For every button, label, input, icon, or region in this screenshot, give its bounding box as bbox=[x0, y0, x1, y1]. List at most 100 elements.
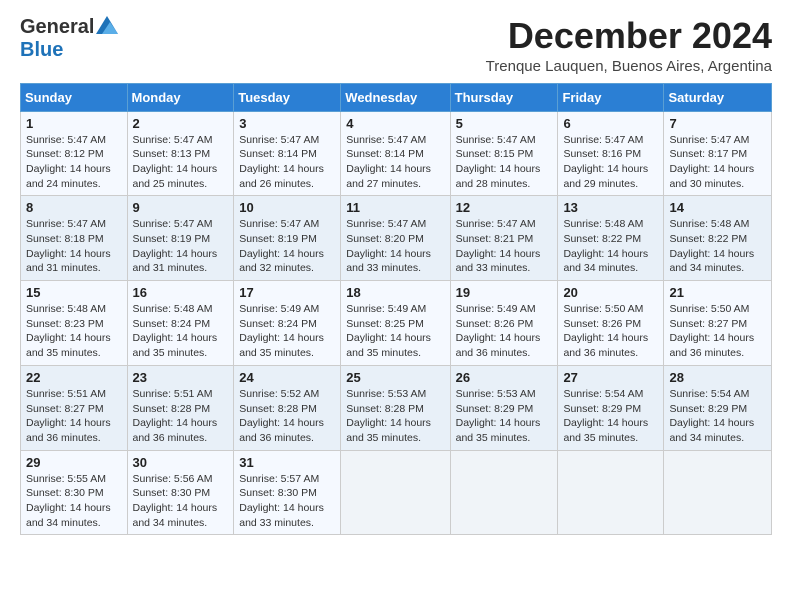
day-number: 4 bbox=[346, 116, 444, 131]
calendar-cell: 23 Sunrise: 5:51 AMSunset: 8:28 PMDaylig… bbox=[127, 365, 234, 450]
day-info: Sunrise: 5:47 AMSunset: 8:12 PMDaylight:… bbox=[26, 134, 111, 190]
calendar-cell bbox=[558, 450, 664, 535]
calendar-table: SundayMondayTuesdayWednesdayThursdayFrid… bbox=[20, 83, 772, 536]
day-info: Sunrise: 5:54 AMSunset: 8:29 PMDaylight:… bbox=[563, 388, 648, 444]
day-info: Sunrise: 5:47 AMSunset: 8:19 PMDaylight:… bbox=[239, 218, 324, 274]
calendar-cell: 18 Sunrise: 5:49 AMSunset: 8:25 PMDaylig… bbox=[341, 281, 450, 366]
day-info: Sunrise: 5:47 AMSunset: 8:20 PMDaylight:… bbox=[346, 218, 431, 274]
day-number: 15 bbox=[26, 285, 122, 300]
day-info: Sunrise: 5:47 AMSunset: 8:17 PMDaylight:… bbox=[669, 134, 754, 190]
day-info: Sunrise: 5:48 AMSunset: 8:22 PMDaylight:… bbox=[669, 218, 754, 274]
day-number: 20 bbox=[563, 285, 658, 300]
day-number: 31 bbox=[239, 455, 335, 470]
calendar-cell: 28 Sunrise: 5:54 AMSunset: 8:29 PMDaylig… bbox=[664, 365, 772, 450]
calendar-header-monday: Monday bbox=[127, 83, 234, 111]
day-info: Sunrise: 5:50 AMSunset: 8:26 PMDaylight:… bbox=[563, 303, 648, 359]
day-number: 19 bbox=[456, 285, 553, 300]
calendar-cell: 15 Sunrise: 5:48 AMSunset: 8:23 PMDaylig… bbox=[21, 281, 128, 366]
logo-text-blue: Blue bbox=[20, 39, 63, 62]
day-number: 6 bbox=[563, 116, 658, 131]
calendar-cell: 3 Sunrise: 5:47 AMSunset: 8:14 PMDayligh… bbox=[234, 111, 341, 196]
logo: General Blue bbox=[20, 16, 118, 62]
day-number: 24 bbox=[239, 370, 335, 385]
calendar-cell: 1 Sunrise: 5:47 AMSunset: 8:12 PMDayligh… bbox=[21, 111, 128, 196]
calendar-cell: 14 Sunrise: 5:48 AMSunset: 8:22 PMDaylig… bbox=[664, 196, 772, 281]
day-number: 10 bbox=[239, 200, 335, 215]
day-info: Sunrise: 5:47 AMSunset: 8:14 PMDaylight:… bbox=[239, 134, 324, 190]
calendar-week-row: 29 Sunrise: 5:55 AMSunset: 8:30 PMDaylig… bbox=[21, 450, 772, 535]
page-header: General Blue December 2024 Trenque Lauqu… bbox=[20, 16, 772, 75]
day-number: 14 bbox=[669, 200, 766, 215]
calendar-cell: 21 Sunrise: 5:50 AMSunset: 8:27 PMDaylig… bbox=[664, 281, 772, 366]
day-info: Sunrise: 5:48 AMSunset: 8:22 PMDaylight:… bbox=[563, 218, 648, 274]
calendar-cell: 6 Sunrise: 5:47 AMSunset: 8:16 PMDayligh… bbox=[558, 111, 664, 196]
day-number: 17 bbox=[239, 285, 335, 300]
calendar-cell: 8 Sunrise: 5:47 AMSunset: 8:18 PMDayligh… bbox=[21, 196, 128, 281]
day-number: 18 bbox=[346, 285, 444, 300]
calendar-week-row: 1 Sunrise: 5:47 AMSunset: 8:12 PMDayligh… bbox=[21, 111, 772, 196]
day-number: 21 bbox=[669, 285, 766, 300]
day-info: Sunrise: 5:49 AMSunset: 8:26 PMDaylight:… bbox=[456, 303, 541, 359]
day-number: 30 bbox=[133, 455, 229, 470]
calendar-cell: 24 Sunrise: 5:52 AMSunset: 8:28 PMDaylig… bbox=[234, 365, 341, 450]
calendar-header-saturday: Saturday bbox=[664, 83, 772, 111]
day-number: 29 bbox=[26, 455, 122, 470]
day-info: Sunrise: 5:52 AMSunset: 8:28 PMDaylight:… bbox=[239, 388, 324, 444]
calendar-week-row: 22 Sunrise: 5:51 AMSunset: 8:27 PMDaylig… bbox=[21, 365, 772, 450]
day-info: Sunrise: 5:47 AMSunset: 8:15 PMDaylight:… bbox=[456, 134, 541, 190]
day-number: 12 bbox=[456, 200, 553, 215]
calendar-cell: 9 Sunrise: 5:47 AMSunset: 8:19 PMDayligh… bbox=[127, 196, 234, 281]
calendar-header-wednesday: Wednesday bbox=[341, 83, 450, 111]
calendar-cell: 26 Sunrise: 5:53 AMSunset: 8:29 PMDaylig… bbox=[450, 365, 558, 450]
calendar-cell: 29 Sunrise: 5:55 AMSunset: 8:30 PMDaylig… bbox=[21, 450, 128, 535]
day-info: Sunrise: 5:47 AMSunset: 8:14 PMDaylight:… bbox=[346, 134, 431, 190]
calendar-cell bbox=[450, 450, 558, 535]
calendar-cell: 20 Sunrise: 5:50 AMSunset: 8:26 PMDaylig… bbox=[558, 281, 664, 366]
calendar-cell: 7 Sunrise: 5:47 AMSunset: 8:17 PMDayligh… bbox=[664, 111, 772, 196]
calendar-week-row: 8 Sunrise: 5:47 AMSunset: 8:18 PMDayligh… bbox=[21, 196, 772, 281]
day-info: Sunrise: 5:55 AMSunset: 8:30 PMDaylight:… bbox=[26, 473, 111, 529]
calendar-cell: 2 Sunrise: 5:47 AMSunset: 8:13 PMDayligh… bbox=[127, 111, 234, 196]
day-number: 2 bbox=[133, 116, 229, 131]
day-number: 23 bbox=[133, 370, 229, 385]
day-info: Sunrise: 5:47 AMSunset: 8:16 PMDaylight:… bbox=[563, 134, 648, 190]
calendar-header-thursday: Thursday bbox=[450, 83, 558, 111]
calendar-cell: 22 Sunrise: 5:51 AMSunset: 8:27 PMDaylig… bbox=[21, 365, 128, 450]
calendar-cell: 30 Sunrise: 5:56 AMSunset: 8:30 PMDaylig… bbox=[127, 450, 234, 535]
calendar-cell: 12 Sunrise: 5:47 AMSunset: 8:21 PMDaylig… bbox=[450, 196, 558, 281]
day-info: Sunrise: 5:57 AMSunset: 8:30 PMDaylight:… bbox=[239, 473, 324, 529]
day-info: Sunrise: 5:56 AMSunset: 8:30 PMDaylight:… bbox=[133, 473, 218, 529]
day-info: Sunrise: 5:53 AMSunset: 8:28 PMDaylight:… bbox=[346, 388, 431, 444]
calendar-week-row: 15 Sunrise: 5:48 AMSunset: 8:23 PMDaylig… bbox=[21, 281, 772, 366]
day-number: 16 bbox=[133, 285, 229, 300]
day-info: Sunrise: 5:50 AMSunset: 8:27 PMDaylight:… bbox=[669, 303, 754, 359]
day-number: 13 bbox=[563, 200, 658, 215]
day-number: 28 bbox=[669, 370, 766, 385]
logo-text-general: General bbox=[20, 16, 94, 39]
day-info: Sunrise: 5:49 AMSunset: 8:24 PMDaylight:… bbox=[239, 303, 324, 359]
calendar-cell: 16 Sunrise: 5:48 AMSunset: 8:24 PMDaylig… bbox=[127, 281, 234, 366]
calendar-cell: 17 Sunrise: 5:49 AMSunset: 8:24 PMDaylig… bbox=[234, 281, 341, 366]
day-info: Sunrise: 5:47 AMSunset: 8:19 PMDaylight:… bbox=[133, 218, 218, 274]
day-number: 25 bbox=[346, 370, 444, 385]
day-number: 26 bbox=[456, 370, 553, 385]
day-number: 27 bbox=[563, 370, 658, 385]
day-number: 22 bbox=[26, 370, 122, 385]
calendar-cell bbox=[341, 450, 450, 535]
calendar-header-row: SundayMondayTuesdayWednesdayThursdayFrid… bbox=[21, 83, 772, 111]
calendar-cell bbox=[664, 450, 772, 535]
day-number: 7 bbox=[669, 116, 766, 131]
day-number: 11 bbox=[346, 200, 444, 215]
calendar-header-tuesday: Tuesday bbox=[234, 83, 341, 111]
day-number: 1 bbox=[26, 116, 122, 131]
calendar-cell: 11 Sunrise: 5:47 AMSunset: 8:20 PMDaylig… bbox=[341, 196, 450, 281]
title-block: December 2024 Trenque Lauquen, Buenos Ai… bbox=[486, 16, 772, 75]
day-number: 8 bbox=[26, 200, 122, 215]
day-number: 3 bbox=[239, 116, 335, 131]
day-number: 9 bbox=[133, 200, 229, 215]
day-info: Sunrise: 5:47 AMSunset: 8:13 PMDaylight:… bbox=[133, 134, 218, 190]
day-info: Sunrise: 5:51 AMSunset: 8:27 PMDaylight:… bbox=[26, 388, 111, 444]
day-info: Sunrise: 5:49 AMSunset: 8:25 PMDaylight:… bbox=[346, 303, 431, 359]
calendar-cell: 27 Sunrise: 5:54 AMSunset: 8:29 PMDaylig… bbox=[558, 365, 664, 450]
day-number: 5 bbox=[456, 116, 553, 131]
